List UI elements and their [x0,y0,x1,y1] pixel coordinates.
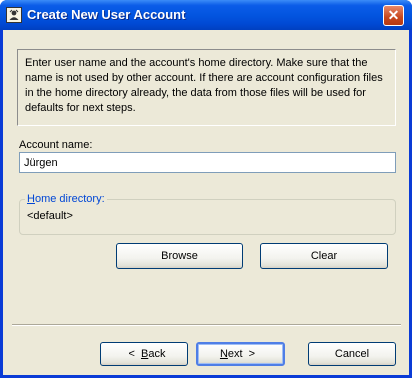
next-arrow-icon: > [248,348,256,360]
cancel-button[interactable]: Cancel [308,342,396,366]
next-button-label: ext [227,348,243,360]
home-directory-value: <default> [27,210,73,222]
back-button-mnemonic: B [140,348,149,360]
home-directory-label: Home directory: [25,193,107,205]
browse-button-label: Browse [161,250,198,262]
account-name-label: Account name: [19,139,93,151]
back-button[interactable]: < Back [100,342,188,366]
home-directory-label-mnemonic: H [27,193,35,205]
next-button[interactable]: Next > [196,342,285,366]
back-arrow-icon: < [128,348,135,360]
next-button-mnemonic: N [219,348,228,360]
dialog-window: Create New User Account ✕ Enter user nam… [0,0,412,378]
close-icon[interactable]: ✕ [383,5,404,26]
info-text: Enter user name and the account's home d… [25,57,383,114]
clear-button-label: Clear [310,250,338,262]
cancel-button-label: Cancel [334,348,370,360]
dialog-client-area: Enter user name and the account's home d… [3,30,409,375]
back-button-label: ack [148,348,166,360]
window-title: Create New User Account [27,7,186,22]
account-name-input[interactable] [19,152,396,173]
home-directory-label-text: ome directory: [34,193,105,205]
title-bar[interactable]: Create New User Account ✕ [0,0,412,30]
separator-line [12,324,401,326]
info-panel: Enter user name and the account's home d… [17,49,396,126]
user-account-icon [6,7,22,23]
browse-button[interactable]: Browse [116,243,243,269]
clear-button[interactable]: Clear [260,243,388,269]
